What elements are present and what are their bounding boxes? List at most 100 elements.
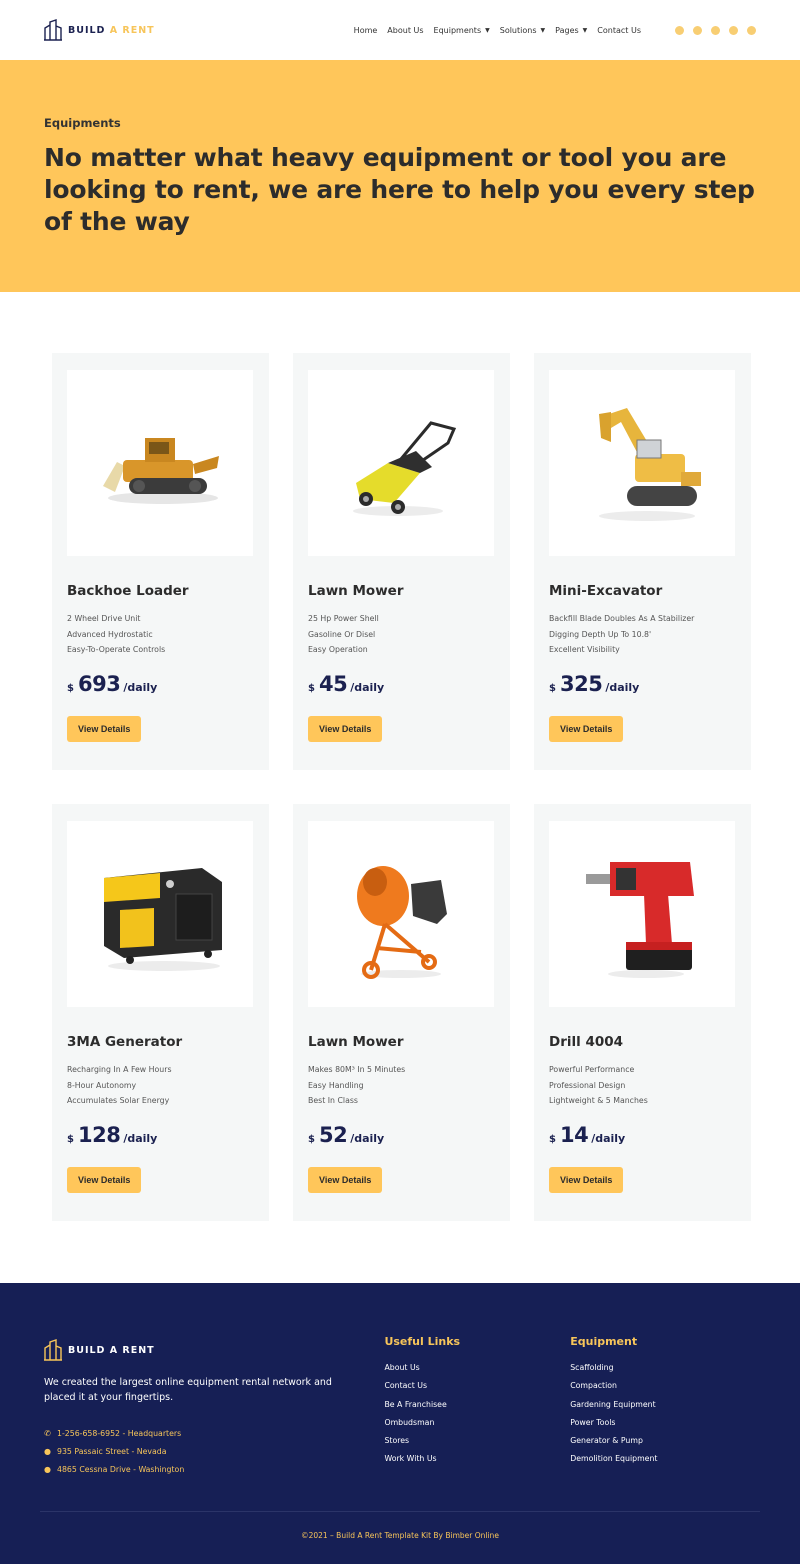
nav-item-about-us[interactable]: About Us [387,26,423,35]
product-card: Lawn Mower Makes 80M³ In 5 Minutes Easy … [293,804,510,1221]
footer-logo[interactable]: BUILD A RENT [44,1339,384,1361]
footer-link[interactable]: Compaction [570,1377,756,1395]
facebook-icon[interactable] [693,25,702,35]
hero-title: No matter what heavy equipment or tool y… [44,143,755,236]
footer-useful-links: Useful Links About Us Contact Us Be A Fr… [384,1335,570,1479]
product-card: Drill 4004 Powerful Performance Professi… [534,804,751,1221]
footer-link[interactable]: Ombudsman [384,1414,570,1432]
feature-item: Best In Class [308,1096,358,1105]
product-features: 2 Wheel Drive Unit Advanced Hydrostatic … [67,611,254,658]
building-logo-icon [44,1339,62,1361]
footer-contacts: ✆ 1-256-658-6952 - Headquarters ● 935 Pass… [44,1425,384,1479]
caret-down-icon: ▼ [582,26,588,34]
price-period: /daily [123,1131,158,1145]
phone-icon: ✆ [44,1429,51,1438]
feature-item: Accumulates Solar Energy [67,1096,170,1105]
feature-item: Easy-To-Operate Controls [67,645,166,654]
footer-link[interactable]: Generator & Pump [570,1432,756,1450]
footer-description: We created the largest online equipment … [44,1377,332,1403]
feature-item: 2 Wheel Drive Unit [67,614,141,623]
price-currency: $ [549,1133,556,1145]
feature-item: 25 Hp Power Shell [308,614,379,623]
price-currency: $ [549,682,556,694]
logo-accent: A RENT [109,24,155,36]
feature-item: Makes 80M³ In 5 Minutes [308,1065,406,1074]
footer-link[interactable]: Contact Us [384,1377,570,1395]
twitter-icon[interactable] [711,25,720,35]
caret-down-icon: ▼ [485,26,490,34]
product-title: Mini-Excavator [549,583,663,599]
hero-banner: Equipments No matter what heavy equipmen… [0,60,800,292]
footer-heading: Equipment [570,1335,638,1348]
product-price: $ 14 /daily [549,1123,736,1147]
youtube-icon[interactable] [729,25,738,35]
nav-item-contact-us[interactable]: Contact Us [597,26,641,35]
footer-equipment-links: Equipment Scaffolding Compaction Gardeni… [570,1335,756,1479]
contact-phone[interactable]: ✆ 1-256-658-6952 - Headquarters [44,1425,384,1443]
feature-item: Recharging In A Few Hours [67,1065,172,1074]
product-features: Backfill Blade Doubles As A Stabilizer D… [549,611,736,658]
product-image-generator [67,821,253,1007]
price-period: /daily [591,1131,626,1145]
footer-link[interactable]: Scaffolding [570,1359,756,1377]
view-details-button[interactable]: View Details [67,715,142,742]
social-links [675,25,756,35]
footer-link[interactable]: Stores [384,1432,570,1450]
building-logo-icon [44,19,62,41]
feature-item: Powerful Performance [549,1065,635,1074]
product-image-lawn-mower [308,370,494,556]
hero-eyebrow: Equipments [44,116,121,130]
product-image-excavator [549,370,735,556]
price-amount: 52 [318,1122,348,1147]
excavator-image [599,408,701,521]
caret-down-icon: ▼ [540,26,546,34]
map-pin-icon: ● [44,1447,51,1456]
view-details-button[interactable]: View Details [308,1166,383,1193]
product-price: $ 52 /daily [308,1123,495,1147]
product-grid: Backhoe Loader 2 Wheel Drive Unit Advanc… [0,292,800,1283]
product-image-cement-mixer [308,821,494,1007]
site-logo[interactable]: BUILD A RENT [44,19,155,41]
product-title: Lawn Mower [308,1034,404,1050]
price-amount: 325 [559,671,603,696]
price-period: /daily [350,1131,385,1145]
price-amount: 693 [77,671,121,696]
generator-image [104,868,222,971]
feature-item: Excellent Visibility [549,645,620,654]
nav-item-home[interactable]: Home [354,26,378,35]
view-details-button[interactable]: View Details [549,1166,624,1193]
dribbble-icon[interactable] [747,25,756,35]
product-price: $ 128 /daily [67,1123,254,1147]
footer-link[interactable]: Power Tools [570,1414,756,1432]
cement-mixer-image [357,866,447,979]
footer-link[interactable]: Gardening Equipment [570,1396,756,1414]
contact-address[interactable]: ● 935 Passaic Street - Nevada [44,1443,384,1461]
nav-item-pages[interactable]: Pages ▼ [555,26,587,35]
product-price: $ 45 /daily [308,672,495,696]
nav-item-equipments[interactable]: Equipments ▼ [434,26,490,35]
footer-divider [40,1511,760,1512]
footer-link[interactable]: About Us [384,1359,570,1377]
instagram-icon[interactable] [675,25,684,35]
footer-link[interactable]: Be A Franchisee [384,1396,570,1414]
product-features: Makes 80M³ In 5 Minutes Easy Handling Be… [308,1062,495,1109]
feature-item: Gasoline Or Disel [308,629,376,639]
nav-item-solutions[interactable]: Solutions ▼ [500,26,545,35]
view-details-button[interactable]: View Details [67,1166,142,1193]
product-card: Backhoe Loader 2 Wheel Drive Unit Advanc… [52,353,269,770]
price-currency: $ [308,682,315,694]
footer-heading: Useful Links [384,1335,461,1348]
contact-address[interactable]: ● 4865 Cessna Drive - Washington [44,1461,384,1479]
footer-brand: BUILD A RENT We created the largest onli… [44,1339,384,1479]
view-details-button[interactable]: View Details [549,715,624,742]
view-details-button[interactable]: View Details [308,715,383,742]
footer-link[interactable]: Demolition Equipment [570,1450,756,1468]
product-price: $ 325 /daily [549,672,736,696]
product-features: Powerful Performance Professional Design… [549,1062,736,1109]
bulldozer-image [103,438,219,504]
price-amount: 128 [77,1122,121,1147]
product-image-bulldozer [67,370,253,556]
price-currency: $ [308,1133,315,1145]
footer-link[interactable]: Work With Us [384,1450,570,1468]
product-features: Recharging In A Few Hours 8-Hour Autonom… [67,1062,254,1109]
